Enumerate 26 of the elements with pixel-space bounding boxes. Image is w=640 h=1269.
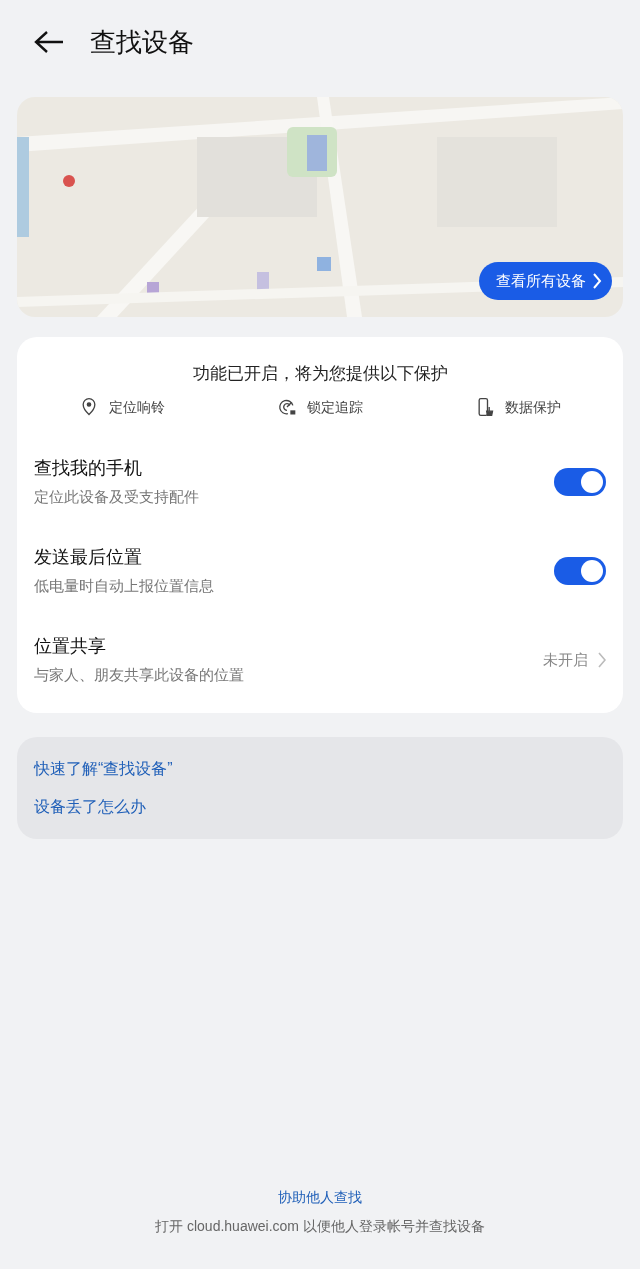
back-arrow-icon[interactable] [34,30,64,54]
feature-label: 数据保护 [505,397,561,417]
setting-subtitle: 低电量时自动上报位置信息 [34,576,214,597]
feature-label: 锁定追踪 [307,397,363,417]
setting-title: 发送最后位置 [34,546,143,570]
feature-label: 定位响铃 [109,397,165,417]
setting-status: 未开启 [543,649,588,670]
help-link[interactable]: 设备丢了怎么办 [34,794,606,819]
setting-subtitle: 与家人、朋友共享此设备的位置 [34,665,244,686]
protection-title: 功能已开启，将为您提供以下保护 [191,363,449,385]
settings-row[interactable]: 位置共享 与家人、朋友共享此设备的位置 未开启 [17,615,623,705]
setting-title: 位置共享 [34,635,107,659]
setting-title: 查找我的手机 [34,457,143,481]
settings-row[interactable]: 查找我的手机 定位此设备及受支持配件 [17,437,623,527]
footer-note: 打开 cloud.huawei.com 以便他人登录帐号并查找设备 [155,1217,485,1236]
toggle-switch[interactable] [554,468,606,496]
chevron-right-icon [592,272,602,290]
settings-row[interactable]: 发送最后位置 低电量时自动上报位置信息 [17,526,623,616]
page-title: 查找设备 [90,25,194,59]
toggle-switch[interactable] [554,557,606,585]
view-all-devices-button[interactable]: 查看所有设备 [479,262,612,300]
setting-subtitle: 定位此设备及受支持配件 [34,487,199,508]
help-link[interactable]: 快速了解“查找设备” [34,756,606,781]
radar-lock-icon [277,397,297,417]
assist-others-link[interactable]: 协助他人查找 [278,1187,362,1208]
chevron-right-icon [598,652,606,668]
